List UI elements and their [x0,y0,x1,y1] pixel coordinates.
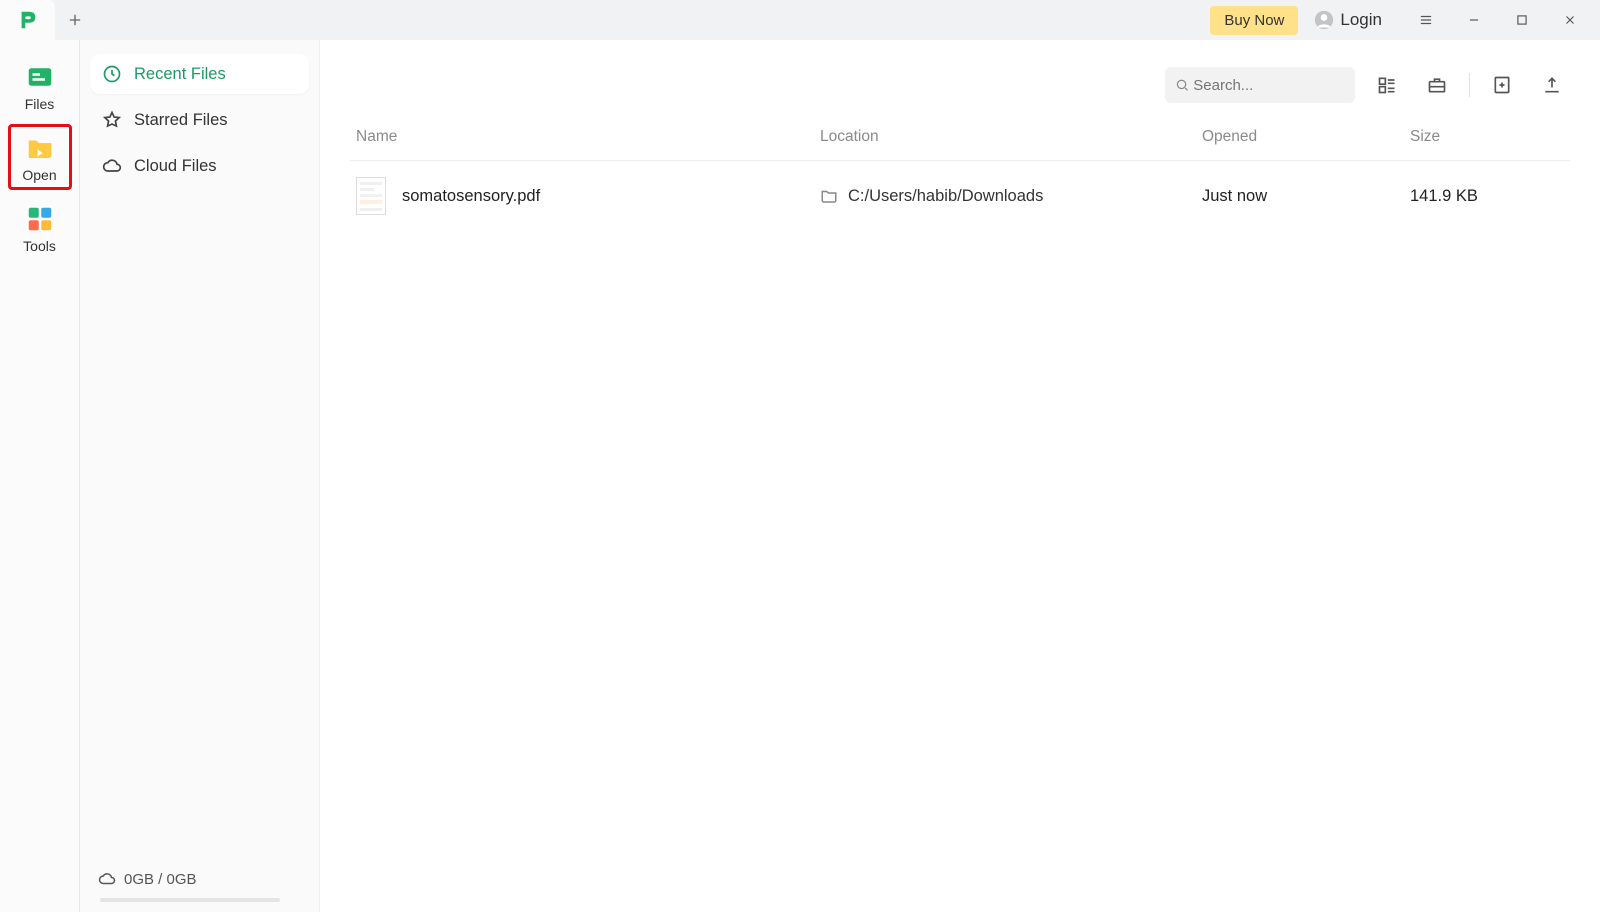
clock-icon [102,64,122,84]
column-header-name[interactable]: Name [350,128,820,146]
file-name: somatosensory.pdf [402,187,540,206]
search-input[interactable] [1193,77,1345,94]
search-box[interactable] [1165,67,1355,103]
storage-status: 0GB / 0GB [90,864,309,894]
content: Name Location Opened Size somatosensory.… [320,40,1600,912]
sidebar-item-cloud[interactable]: Cloud Files [90,146,309,186]
menu-button[interactable] [1404,4,1448,36]
menu-icon [1419,13,1433,27]
upload-icon [1542,75,1562,95]
close-button[interactable] [1548,4,1592,36]
nav-label-files: Files [25,96,55,112]
column-header-size[interactable]: Size [1410,128,1570,146]
table-row[interactable]: somatosensory.pdf C:/Users/habib/Downloa… [350,161,1570,231]
titlebar-right: Buy Now Login [1210,4,1592,36]
upload-button[interactable] [1534,67,1570,103]
sidebar-label-cloud: Cloud Files [134,157,217,176]
file-location: C:/Users/habib/Downloads [848,187,1043,206]
sidebar-item-starred[interactable]: Starred Files [90,100,309,140]
nav-label-open: Open [22,167,56,183]
cloud-icon [102,156,122,176]
user-icon [1314,10,1334,30]
view-list-button[interactable] [1369,67,1405,103]
minimize-icon [1467,13,1481,27]
maximize-button[interactable] [1500,4,1544,36]
app-logo-icon [17,9,39,31]
tools-icon [25,204,55,234]
files-icon [25,62,55,92]
storage-bar [100,898,280,902]
titlebar: Buy Now Login [0,0,1600,40]
left-nav: Files Open Tools [0,40,80,912]
plus-icon [67,12,83,28]
cloud-small-icon [98,870,116,888]
sidebar-item-recent[interactable]: Recent Files [90,54,309,94]
nav-label-tools: Tools [23,238,56,254]
opened-cell: Just now [1202,187,1410,206]
size-cell: 141.9 KB [1410,187,1570,206]
search-icon [1175,77,1189,93]
new-doc-icon [1492,75,1512,95]
new-tab-button[interactable] [55,0,95,40]
close-icon [1563,13,1577,27]
minimize-button[interactable] [1452,4,1496,36]
column-header-opened[interactable]: Opened [1202,128,1410,146]
open-folder-icon [25,133,55,163]
location-cell: C:/Users/habib/Downloads [820,187,1202,206]
nav-item-files[interactable]: Files [8,56,72,116]
main: Files Open Tools Recent Files [0,40,1600,912]
nav-item-open[interactable]: Open [8,124,72,190]
titlebar-left [0,0,95,40]
app-tab[interactable] [0,0,55,40]
login-button[interactable]: Login [1314,10,1382,30]
toolbar-divider [1469,73,1470,97]
star-icon [102,110,122,130]
sidebar-label-starred: Starred Files [134,111,228,130]
files-table: Name Location Opened Size somatosensory.… [350,128,1570,231]
content-toolbar [350,62,1570,108]
sidebar: Recent Files Starred Files Cloud Files 0… [80,40,320,912]
new-doc-button[interactable] [1484,67,1520,103]
buy-now-button[interactable]: Buy Now [1210,6,1298,35]
toolbox-icon [1427,75,1447,95]
table-header: Name Location Opened Size [350,128,1570,161]
file-thumbnail-icon [356,177,386,215]
storage-text: 0GB / 0GB [124,871,197,888]
list-view-icon [1377,75,1397,95]
nav-item-tools[interactable]: Tools [8,198,72,258]
column-header-location[interactable]: Location [820,128,1202,146]
login-label: Login [1340,10,1382,30]
maximize-icon [1515,13,1529,27]
file-cell: somatosensory.pdf [350,177,820,215]
folder-icon [820,187,838,205]
toolbox-button[interactable] [1419,67,1455,103]
sidebar-label-recent: Recent Files [134,65,226,84]
